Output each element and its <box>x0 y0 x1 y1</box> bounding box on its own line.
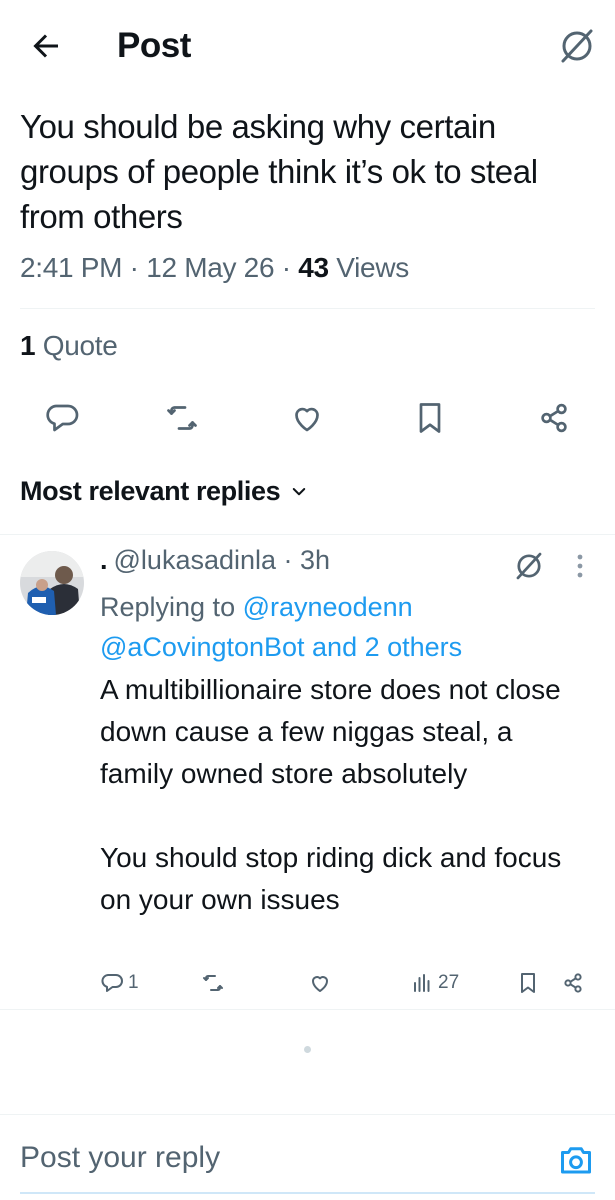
mention-link[interactable]: @aCovingtonBot and 2 others <box>100 632 462 662</box>
bookmark-icon <box>521 973 535 993</box>
like-icon[interactable] <box>289 400 325 436</box>
meta-separator: · <box>281 252 299 283</box>
bookmark-icon[interactable] <box>412 400 448 436</box>
sort-label: Most relevant replies <box>20 476 281 506</box>
avatar[interactable] <box>20 551 84 615</box>
chevron-down-icon <box>292 487 306 495</box>
reply-text: A multibillionaire store does not close … <box>100 674 562 915</box>
retweet-button[interactable] <box>200 971 226 995</box>
reply-views-count: 27 <box>438 972 460 993</box>
bookmark-button[interactable] <box>516 971 540 995</box>
back-arrow-icon[interactable] <box>28 28 64 64</box>
top-bar: Post <box>0 0 615 92</box>
quotes-count: 1 <box>20 330 36 361</box>
reply-action-bar: 1 27 <box>0 971 615 1001</box>
page-title: Post <box>117 26 191 65</box>
views-label: Views <box>336 252 409 283</box>
reply-item[interactable]: . @lukasadinla · 3h Replying to @rayneode… <box>0 534 615 1010</box>
reply-time: 3h <box>300 545 331 575</box>
reply-count: 1 <box>128 972 139 993</box>
share-button[interactable] <box>561 971 585 995</box>
quotes-link[interactable]: 1 Quote <box>20 330 118 362</box>
share-icon <box>564 973 582 993</box>
post-text: You should be asking why certain groups … <box>20 108 538 235</box>
analytics-icon <box>414 974 430 992</box>
post-time: 2:41 PM <box>20 252 123 283</box>
like-icon <box>312 976 328 992</box>
reply-input[interactable] <box>20 1141 520 1175</box>
divider <box>20 308 595 309</box>
camera-icon[interactable] <box>558 1143 594 1177</box>
views-button[interactable]: 27 <box>410 971 459 995</box>
quotes-label: Quote <box>42 330 118 361</box>
share-icon[interactable] <box>536 400 572 436</box>
reply-icon[interactable] <box>44 400 80 436</box>
replying-to: Replying to @rayneodenn @aCovingtonBot a… <box>100 587 600 667</box>
replying-prefix: Replying to <box>100 592 236 622</box>
grok-icon[interactable] <box>557 26 597 66</box>
views-count: 43 <box>298 252 329 283</box>
loading-indicator <box>304 1046 311 1053</box>
reply-header: . @lukasadinla · 3h <box>100 545 330 576</box>
post-meta: 2:41 PM · 12 May 26 · 43 Views <box>20 252 409 284</box>
replies-sort-dropdown[interactable]: Most relevant replies <box>20 476 308 507</box>
reply-composer <box>0 1114 615 1200</box>
reply-display-name[interactable]: . <box>100 545 108 575</box>
post-detail-screen: Post You should be asking why certain gr… <box>0 0 615 1200</box>
reply-handle[interactable]: @lukasadinla <box>114 545 277 575</box>
meta-separator: · <box>276 545 301 575</box>
meta-separator: · <box>129 252 147 283</box>
more-options-icon[interactable] <box>568 551 592 581</box>
reply-icon <box>101 974 123 992</box>
composer-underline <box>20 1192 595 1194</box>
post-action-bar <box>0 400 615 440</box>
mention-link[interactable]: @rayneodenn <box>243 592 413 622</box>
grok-icon[interactable] <box>512 549 546 583</box>
retweet-icon <box>203 975 223 991</box>
retweet-icon[interactable] <box>164 400 200 436</box>
like-button[interactable] <box>308 971 332 995</box>
reply-button[interactable]: 1 <box>100 971 139 995</box>
post-date: 12 May 26 <box>146 252 275 283</box>
